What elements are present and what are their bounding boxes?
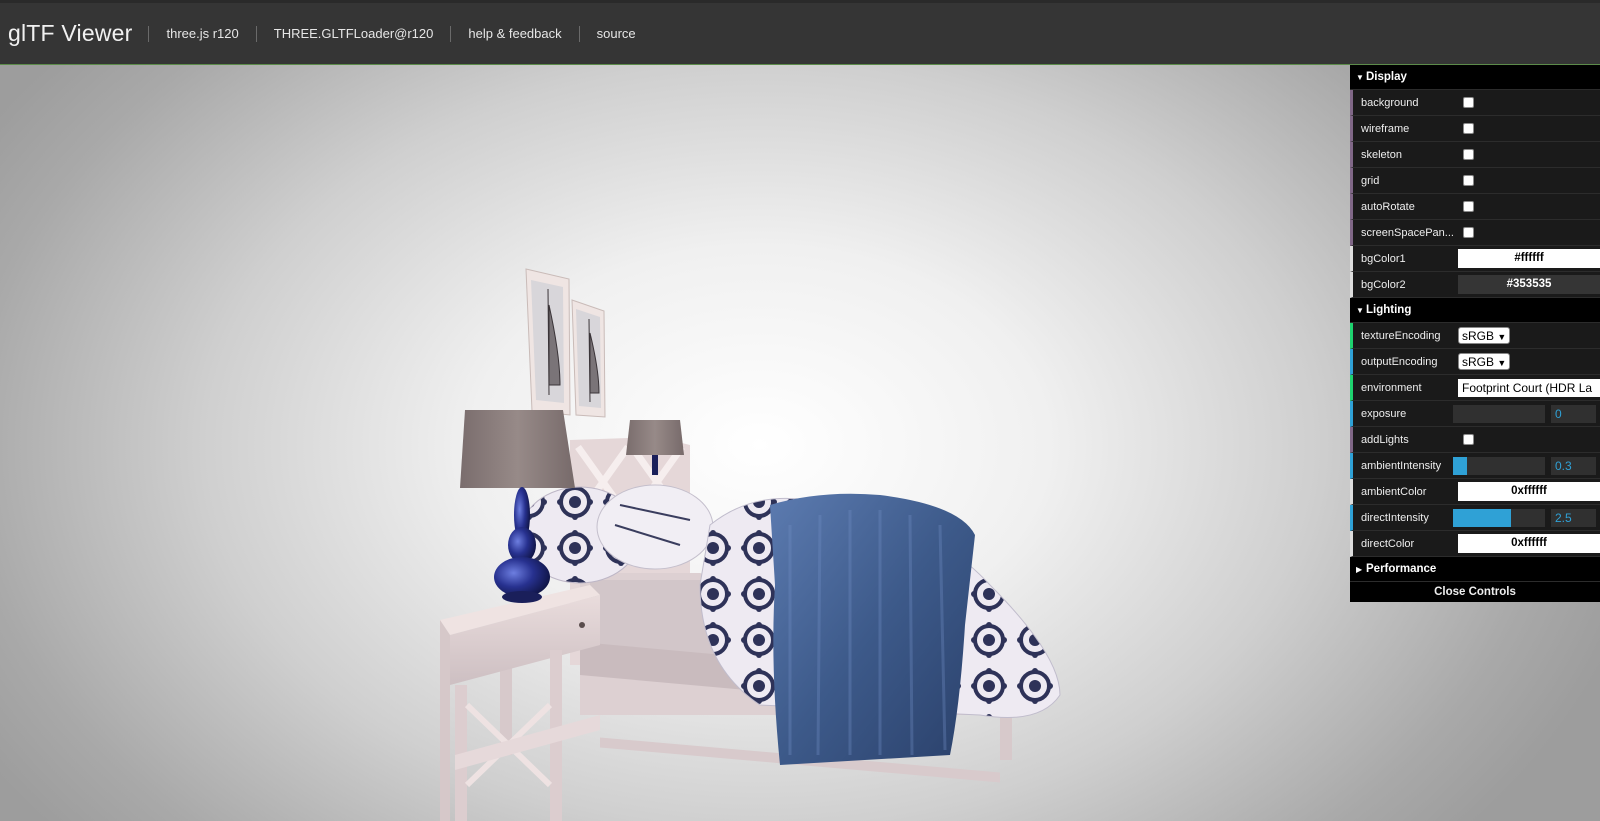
control-label: skeleton (1361, 148, 1402, 161)
ambientintensity-slider[interactable] (1453, 457, 1545, 475)
control-label: environment (1361, 381, 1422, 394)
outputencoding-select[interactable]: sRGB ▼ (1458, 353, 1511, 370)
triangle-right-icon: ▶ (1356, 565, 1363, 574)
select-value: sRGB (1462, 329, 1495, 343)
control-label: outputEncoding (1361, 355, 1438, 368)
control-label: ambientColor (1361, 485, 1427, 498)
bgcolor2-color-field[interactable]: #353535 (1458, 275, 1600, 294)
control-label: directIntensity (1361, 511, 1429, 524)
control-screenspacepanning: screenSpacePan... (1350, 220, 1600, 246)
control-skeleton: skeleton (1350, 142, 1600, 168)
addlights-checkbox[interactable] (1463, 434, 1474, 445)
directcolor-color-field[interactable]: 0xffffff (1458, 534, 1600, 553)
control-label: grid (1361, 174, 1380, 187)
textureencoding-select[interactable]: sRGB ▼ (1458, 327, 1511, 344)
autorotate-checkbox[interactable] (1463, 201, 1474, 212)
background-checkbox[interactable] (1463, 97, 1474, 108)
control-textureencoding: textureEncoding sRGB ▼ (1350, 323, 1600, 349)
select-value: sRGB (1462, 355, 1495, 369)
control-label: ambientIntensity (1361, 459, 1442, 472)
control-autorotate: autoRotate (1350, 194, 1600, 220)
control-outputencoding: outputEncoding sRGB ▼ (1350, 349, 1600, 375)
control-ambientintensity: ambientIntensity 0.3 (1350, 453, 1600, 479)
directintensity-slider[interactable] (1453, 509, 1545, 527)
control-addlights: addLights (1350, 427, 1600, 453)
blanket (770, 493, 975, 765)
exposure-number-input[interactable]: 0 (1551, 405, 1596, 423)
folder-performance-title[interactable]: ▶ Performance (1350, 557, 1600, 582)
environment-select[interactable]: Footprint Court (HDR La (1458, 379, 1600, 397)
control-grid: grid (1350, 168, 1600, 194)
grid-checkbox[interactable] (1463, 175, 1474, 186)
link-help-feedback[interactable]: help & feedback (451, 26, 578, 41)
control-bgcolor1: bgColor1 #ffffff (1350, 246, 1600, 272)
wireframe-checkbox[interactable] (1463, 123, 1474, 134)
skeleton-checkbox[interactable] (1463, 149, 1474, 160)
controls-panel: ▼ Display background wireframe skeleton g… (1350, 65, 1600, 602)
triangle-down-icon: ▼ (1356, 306, 1364, 315)
screenspacepanning-checkbox[interactable] (1463, 227, 1474, 238)
control-label: directColor (1361, 537, 1415, 550)
chevron-down-icon: ▼ (1497, 332, 1507, 342)
control-bgcolor2: bgColor2 #353535 (1350, 272, 1600, 298)
control-exposure: exposure 0 (1350, 401, 1600, 427)
control-label: background (1361, 96, 1419, 109)
control-environment: environment Footprint Court (HDR La (1350, 375, 1600, 401)
folder-display-title[interactable]: ▼ Display (1350, 65, 1600, 90)
control-label: bgColor1 (1361, 252, 1406, 265)
folder-lighting-title[interactable]: ▼ Lighting (1350, 298, 1600, 323)
link-source[interactable]: source (580, 26, 653, 41)
folder-lighting-label: Lighting (1366, 304, 1412, 316)
chevron-down-icon: ▼ (1497, 358, 1507, 368)
picture-frames (525, 268, 606, 418)
link-gltfloader[interactable]: THREE.GLTFLoader@r120 (257, 26, 451, 41)
control-label: wireframe (1361, 122, 1410, 135)
close-controls-button[interactable]: Close Controls (1350, 582, 1600, 602)
control-directintensity: directIntensity 2.5 (1350, 505, 1600, 531)
app-title: glTF Viewer (8, 20, 133, 46)
ambientcolor-color-field[interactable]: 0xffffff (1458, 482, 1600, 501)
control-label: autoRotate (1361, 200, 1415, 213)
control-label: exposure (1361, 407, 1407, 420)
bgcolor1-color-field[interactable]: #ffffff (1458, 249, 1600, 268)
folder-performance-label: Performance (1366, 563, 1437, 575)
exposure-slider[interactable] (1453, 405, 1545, 423)
top-header: glTF Viewer three.js r120 THREE.GLTFLoad… (0, 0, 1600, 65)
control-background: background (1350, 90, 1600, 116)
control-label: screenSpacePan... (1361, 226, 1454, 239)
control-label: bgColor2 (1361, 278, 1406, 291)
slider-fill (1453, 457, 1467, 475)
nightstand (440, 585, 600, 821)
control-label: addLights (1361, 433, 1409, 446)
control-wireframe: wireframe (1350, 116, 1600, 142)
link-threejs-version[interactable]: three.js r120 (149, 26, 255, 41)
directintensity-number-input[interactable]: 2.5 (1551, 509, 1596, 527)
ambientintensity-number-input[interactable]: 0.3 (1551, 457, 1596, 475)
triangle-down-icon: ▼ (1356, 73, 1364, 82)
slider-fill (1453, 509, 1511, 527)
control-ambientcolor: ambientColor 0xffffff (1350, 479, 1600, 505)
folder-display-label: Display (1366, 71, 1407, 83)
control-label: textureEncoding (1361, 329, 1441, 342)
control-directcolor: directColor 0xffffff (1350, 531, 1600, 557)
